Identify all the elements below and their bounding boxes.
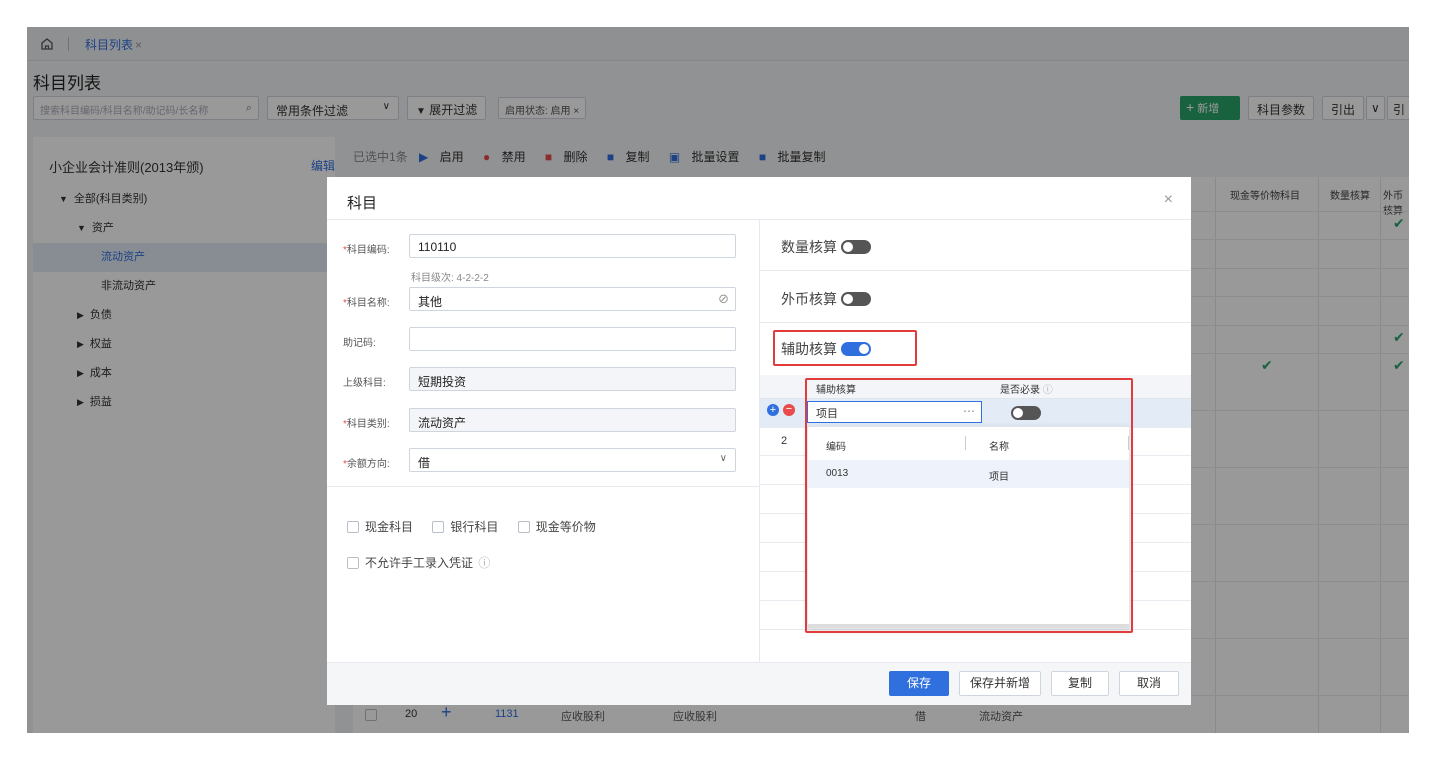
dialog-footer: 保存 保存并新增 复制 取消	[327, 662, 1191, 705]
no-manual-entry-checkbox[interactable]: 不允许手工录入凭证 ⓘ	[347, 554, 490, 571]
currency-accounting-row: 外币核算	[781, 289, 871, 309]
name-label: *科目名称:	[343, 298, 390, 309]
account-type-checkboxes: 现金科目 银行科目 现金等价物	[347, 518, 596, 535]
row-index: 2	[781, 435, 788, 447]
currency-accounting-label: 外币核算	[781, 291, 837, 307]
category-label: *科目类别:	[343, 419, 390, 430]
cancel-button[interactable]: 取消	[1119, 671, 1179, 696]
save-button[interactable]: 保存	[889, 671, 949, 696]
quantity-toggle[interactable]	[841, 240, 871, 254]
direction-select[interactable]: 借 ∨	[409, 448, 736, 472]
cash-equivalent-checkbox[interactable]: 现金等价物	[517, 520, 596, 534]
checkbox-box	[517, 521, 530, 533]
highlight-box	[773, 330, 917, 366]
name-input[interactable]: 其他 ⊘	[409, 287, 736, 311]
quantity-accounting-row: 数量核算	[781, 237, 871, 257]
category-input: 流动资产	[409, 408, 736, 432]
parent-input: 短期投资	[409, 367, 736, 391]
code-input[interactable]: 110110	[409, 234, 736, 258]
level-hint: 科目级次: 4-2-2-2	[411, 273, 489, 284]
help-icon[interactable]: ⓘ	[478, 556, 490, 570]
direction-label: *余额方向:	[343, 459, 390, 470]
bank-checkbox[interactable]: 银行科目	[432, 520, 498, 534]
code-label: *科目编码:	[343, 245, 390, 256]
dialog-title: 科目	[347, 195, 378, 212]
cash-checkbox[interactable]: 现金科目	[347, 520, 413, 534]
no-manual-label: 不允许手工录入凭证	[365, 556, 474, 570]
currency-toggle[interactable]	[841, 292, 871, 306]
copy-button[interactable]: 复制	[1051, 671, 1109, 696]
remove-circle-icon[interactable]: −	[783, 404, 795, 416]
close-icon[interactable]: ×	[1164, 191, 1173, 209]
add-circle-icon[interactable]: +	[767, 404, 779, 416]
section-divider	[760, 270, 1191, 271]
dialog-column-divider	[759, 219, 760, 662]
chevron-down-icon: ∨	[719, 453, 727, 464]
app-window: 科目列表 × 科目列表 搜索科目编码/科目名称/助记码/长名称 ⌕ 常用条件过滤 …	[27, 27, 1409, 733]
name-value: 其他	[418, 295, 443, 309]
quantity-accounting-label: 数量核算	[781, 239, 837, 255]
mnemonic-input[interactable]	[409, 327, 736, 351]
checkbox-box	[347, 557, 359, 569]
parent-label: 上级科目:	[343, 378, 386, 389]
translate-icon[interactable]: ⊘	[718, 291, 729, 307]
save-and-new-button[interactable]: 保存并新增	[959, 671, 1041, 696]
mnemonic-label: 助记码:	[343, 338, 376, 349]
highlight-box	[805, 378, 1133, 633]
section-divider	[760, 322, 1191, 323]
checkbox-box	[432, 521, 445, 533]
checkbox-box	[347, 521, 359, 533]
form-divider	[327, 486, 759, 487]
direction-value: 借	[418, 456, 431, 470]
